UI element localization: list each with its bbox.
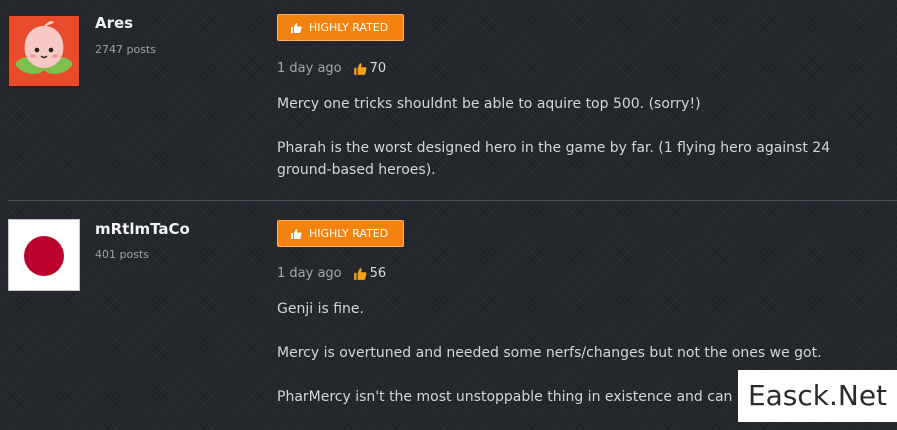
thumbs-up-icon — [290, 22, 302, 34]
like-count[interactable]: 70 — [353, 61, 387, 77]
badge-label: HIGHLY RATED — [309, 21, 389, 34]
like-count-value: 56 — [369, 266, 387, 281]
post-count: 401 posts — [95, 248, 149, 261]
post-paragraph: Mercy one tricks shouldnt be able to aqu… — [277, 96, 701, 112]
thumbs-up-icon — [353, 267, 367, 281]
like-count-value: 70 — [369, 61, 387, 76]
highly-rated-badge: HIGHLY RATED — [277, 14, 404, 41]
post-paragraph: Pharah is the worst designed hero in the… — [277, 140, 831, 178]
post-meta: 1 day ago 56 — [277, 266, 386, 282]
post-timestamp: 1 day ago — [277, 266, 342, 281]
badge-label: HIGHLY RATED — [309, 227, 389, 240]
like-count[interactable]: 56 — [353, 266, 387, 282]
post-count: 2747 posts — [95, 43, 156, 56]
avatar[interactable] — [8, 15, 80, 87]
japan-flag-icon — [9, 220, 79, 290]
username[interactable]: Ares — [95, 14, 133, 32]
post-meta: 1 day ago 70 — [277, 61, 386, 77]
thumbs-up-icon — [290, 228, 302, 240]
thumbs-up-icon — [353, 62, 367, 76]
post-paragraph: Mercy is overtuned and needed some nerfs… — [277, 345, 822, 361]
post-paragraph: Genji is fine. — [277, 301, 364, 317]
watermark: Easck.Net — [738, 370, 897, 422]
peach-avatar-icon — [9, 16, 79, 86]
forum-post: Ares 2747 posts HIGHLY RATED 1 day ago 7… — [0, 0, 897, 200]
post-body: Mercy one tricks shouldnt be able to aqu… — [277, 93, 889, 203]
highly-rated-badge: HIGHLY RATED — [277, 220, 404, 247]
username[interactable]: mRtlmTaCo — [95, 220, 190, 238]
avatar[interactable] — [8, 219, 80, 291]
post-timestamp: 1 day ago — [277, 61, 342, 76]
